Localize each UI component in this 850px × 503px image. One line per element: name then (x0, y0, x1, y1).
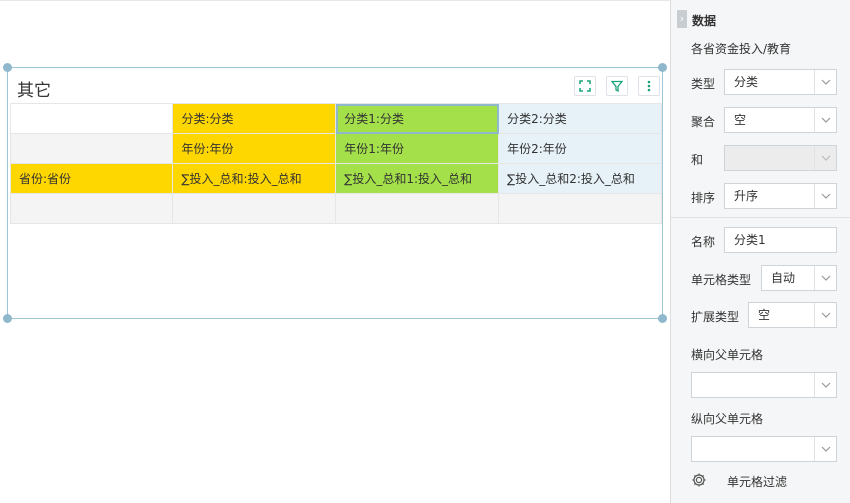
cell-type-label: 单元格类型 (691, 273, 752, 287)
data-panel: › 数据 各省资金投入/教育 类型 分类 聚合 空 和 排序 升序 名称 分类1… (670, 0, 850, 503)
table-cell[interactable]: 年份1:年份 (335, 133, 500, 164)
expand-type-label: 扩展类型 (691, 310, 740, 324)
expand-icon (579, 80, 591, 92)
aggregate-label: 聚合 (691, 115, 716, 129)
table-cell-selected[interactable]: 分类1:分类 (335, 103, 500, 134)
report-canvas[interactable]: 其它 分类:分类 分类1:分类 分类2:分类 年份:年份 年份1:年份 年份2:… (0, 0, 670, 503)
gear-icon (692, 473, 706, 487)
sum-label: 和 (691, 153, 704, 167)
expand-type-select-value: 空 (758, 308, 771, 322)
aggregate-select-value: 空 (734, 113, 747, 127)
name-input[interactable]: 分类1 (724, 227, 837, 253)
cross-table-widget[interactable]: 其它 分类:分类 分类1:分类 分类2:分类 年份:年份 年份1:年份 年份2:… (7, 67, 663, 319)
table-cell[interactable] (172, 193, 337, 224)
table-cell[interactable] (335, 193, 500, 224)
panel-title: 数据 (692, 14, 717, 28)
resize-handle-top-right[interactable] (658, 63, 667, 72)
chevron-down-icon (814, 146, 836, 170)
type-select[interactable]: 分类 (724, 69, 837, 95)
v-parent-select[interactable] (691, 436, 837, 462)
table-cell[interactable] (498, 193, 662, 224)
filter-icon (611, 80, 623, 92)
table-cell[interactable] (9, 103, 174, 134)
table-cell[interactable]: 分类2:分类 (498, 103, 662, 134)
more-button[interactable] (638, 76, 660, 96)
cell-filter-button[interactable]: 单元格过滤 (691, 472, 841, 492)
expand-button[interactable] (574, 76, 596, 96)
table-row: 年份:年份 年份1:年份 年份2:年份 (9, 133, 662, 164)
table-cell[interactable]: ∑投入_总和:投入_总和 (172, 163, 337, 194)
chevron-down-icon (814, 437, 836, 461)
chevron-down-icon (814, 184, 836, 208)
type-select-value: 分类 (734, 75, 759, 89)
chevron-down-icon (814, 70, 836, 94)
sort-label: 排序 (691, 191, 716, 205)
cell-type-select-value: 自动 (771, 271, 796, 285)
more-icon (647, 80, 651, 92)
table-cell[interactable]: 省份:省份 (9, 163, 174, 194)
divider (671, 217, 850, 218)
resize-handle-bottom-right[interactable] (658, 314, 667, 323)
resize-handle-bottom-left[interactable] (3, 314, 12, 323)
collapse-panel-button[interactable]: › (677, 10, 687, 28)
table-cell[interactable]: ∑投入_总和2:投入_总和 (498, 163, 662, 194)
cell-type-select[interactable]: 自动 (761, 265, 837, 291)
type-label: 类型 (691, 77, 716, 91)
aggregate-select[interactable]: 空 (724, 107, 837, 133)
table-row: 分类:分类 分类1:分类 分类2:分类 (9, 103, 662, 134)
cross-table: 分类:分类 分类1:分类 分类2:分类 年份:年份 年份1:年份 年份2:年份 … (9, 103, 662, 224)
sort-select[interactable]: 升序 (724, 183, 837, 209)
chevron-down-icon (814, 108, 836, 132)
cell-filter-label: 单元格过滤 (727, 475, 788, 489)
h-parent-select[interactable] (691, 372, 837, 398)
table-cell[interactable]: 年份:年份 (172, 133, 337, 164)
widget-title: 其它 (17, 81, 51, 101)
chevron-down-icon (814, 303, 836, 327)
table-cell[interactable] (9, 133, 174, 164)
resize-handle-top-left[interactable] (3, 63, 12, 72)
sort-select-value: 升序 (734, 189, 759, 203)
table-cell[interactable] (9, 193, 174, 224)
expand-type-select[interactable]: 空 (748, 302, 837, 328)
dataset-name: 各省资金投入/教育 (691, 42, 792, 56)
table-row (9, 193, 662, 224)
chevron-down-icon (814, 266, 836, 290)
table-cell[interactable]: ∑投入_总和1:投入_总和 (335, 163, 500, 194)
table-cell[interactable]: 年份2:年份 (498, 133, 662, 164)
v-parent-label: 纵向父单元格 (691, 412, 764, 426)
filter-button[interactable] (606, 76, 628, 96)
h-parent-label: 横向父单元格 (691, 348, 764, 362)
table-cell[interactable]: 分类:分类 (172, 103, 337, 134)
chevron-down-icon (814, 373, 836, 397)
table-row: 省份:省份 ∑投入_总和:投入_总和 ∑投入_总和1:投入_总和 ∑投入_总和2… (9, 163, 662, 194)
name-label: 名称 (691, 235, 716, 249)
sum-select (724, 145, 837, 171)
